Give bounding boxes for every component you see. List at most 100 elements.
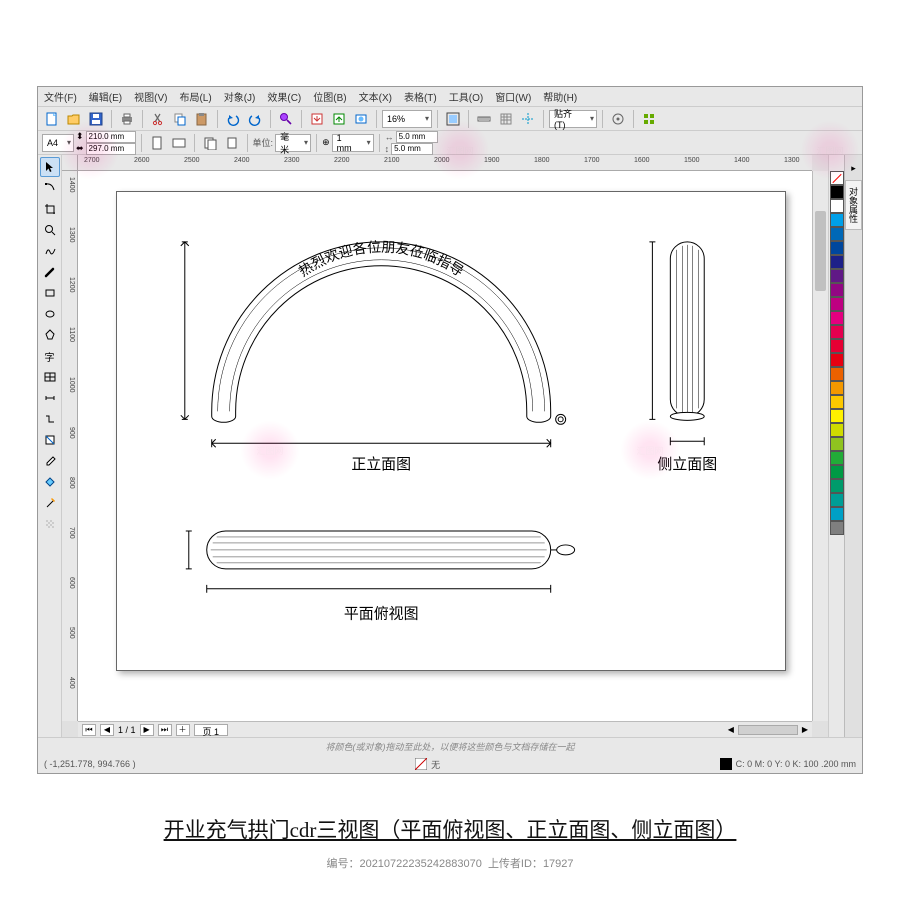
color-swatch[interactable] [830,213,844,227]
menu-help[interactable]: 帮助(H) [543,89,577,104]
export-icon[interactable] [329,109,349,129]
color-swatch[interactable] [830,241,844,255]
color-swatch[interactable] [830,199,844,213]
outline-tool[interactable] [40,493,60,513]
menu-table[interactable]: 表格(T) [404,89,437,104]
color-swatch[interactable] [830,409,844,423]
grid-icon[interactable] [496,109,516,129]
menu-tools[interactable]: 工具(O) [449,89,483,104]
color-swatch[interactable] [830,269,844,283]
fill-tool[interactable] [40,472,60,492]
add-page-button[interactable]: ＋ [176,724,190,736]
zoom-tool[interactable] [40,220,60,240]
snap-dropdown[interactable]: 贴齐(T) [549,110,597,128]
artistic-media-tool[interactable] [40,262,60,282]
table-tool[interactable] [40,367,60,387]
dimension-tool[interactable] [40,388,60,408]
options-icon[interactable] [608,109,628,129]
menu-file[interactable]: 文件(F) [44,89,77,104]
color-swatch[interactable] [830,521,844,535]
last-page-button[interactable]: ⏭ [158,724,172,736]
color-swatch[interactable] [830,339,844,353]
menu-view[interactable]: 视图(V) [134,89,167,104]
search-icon[interactable] [276,109,296,129]
scrollbar-thumb[interactable] [815,211,826,291]
color-swatch[interactable] [830,507,844,521]
horizontal-ruler[interactable]: 2700260025002400230022002100200019001800… [78,155,812,171]
first-page-button[interactable]: ⏮ [82,724,96,736]
color-swatch[interactable] [830,465,844,479]
portrait-icon[interactable] [147,133,167,153]
connector-tool[interactable] [40,409,60,429]
print-icon[interactable] [117,109,137,129]
new-icon[interactable] [42,109,62,129]
crop-tool[interactable] [40,199,60,219]
page-width-input[interactable] [86,131,136,143]
text-tool[interactable]: 字 [40,346,60,366]
guides-icon[interactable] [518,109,538,129]
menu-bitmap[interactable]: 位图(B) [313,89,346,104]
docker-tab-properties[interactable]: 对象属性 [845,180,862,230]
outline-swatch-icon[interactable] [720,758,732,770]
vertical-scrollbar[interactable] [812,171,828,721]
prev-page-button[interactable]: ◀ [100,724,114,736]
menu-window[interactable]: 窗口(W) [495,89,531,104]
ellipse-tool[interactable] [40,304,60,324]
color-swatch[interactable] [830,451,844,465]
menu-edit[interactable]: 编辑(E) [89,89,122,104]
color-swatch[interactable] [830,353,844,367]
publish-icon[interactable] [351,109,371,129]
color-swatch[interactable] [830,297,844,311]
dropper-tool[interactable] [40,451,60,471]
paste-icon[interactable] [192,109,212,129]
rectangle-tool[interactable] [40,283,60,303]
shape-tool[interactable] [40,178,60,198]
color-swatch[interactable] [830,283,844,297]
menu-text[interactable]: 文本(X) [359,89,392,104]
page-preset-dropdown[interactable]: A4 [42,134,74,152]
color-swatch[interactable] [830,423,844,437]
color-swatch[interactable] [830,185,844,199]
color-swatch[interactable] [830,479,844,493]
redo-icon[interactable] [245,109,265,129]
color-swatch[interactable] [830,255,844,269]
current-page-icon[interactable] [222,133,242,153]
color-swatch[interactable] [830,493,844,507]
nudge-input[interactable]: 1 mm [332,134,374,152]
all-pages-icon[interactable] [200,133,220,153]
color-swatch[interactable] [830,171,844,185]
next-page-button[interactable]: ▶ [140,724,154,736]
polygon-tool[interactable] [40,325,60,345]
interactive-tool[interactable] [40,430,60,450]
page-tab-1[interactable]: 页 1 [194,724,229,736]
menu-effects[interactable]: 效果(C) [267,89,301,104]
import-icon[interactable] [307,109,327,129]
color-swatch[interactable] [830,227,844,241]
page-height-input[interactable] [86,143,136,155]
duplicate-y-input[interactable] [391,143,433,155]
color-swatch[interactable] [830,311,844,325]
menu-layout[interactable]: 布局(L) [179,89,211,104]
units-dropdown[interactable]: 毫米 [275,134,311,152]
zoom-level-dropdown[interactable]: 16% [382,110,432,128]
menu-object[interactable]: 对象(J) [224,89,256,104]
copy-icon[interactable] [170,109,190,129]
undo-icon[interactable] [223,109,243,129]
drawing-canvas[interactable]: 热烈欢迎各位朋友莅临指导 正立面图 [78,171,812,721]
vertical-ruler[interactable]: 14001300120011001000900800700600500400 [62,171,78,721]
open-icon[interactable] [64,109,84,129]
pick-tool[interactable] [40,157,60,177]
cut-icon[interactable] [148,109,168,129]
freehand-tool[interactable] [40,241,60,261]
duplicate-x-input[interactable] [396,131,438,143]
rulers-icon[interactable] [474,109,494,129]
landscape-icon[interactable] [169,133,189,153]
color-swatch[interactable] [830,367,844,381]
fill-swatch-icon[interactable] [415,758,427,770]
fullscreen-icon[interactable] [443,109,463,129]
color-swatch[interactable] [830,437,844,451]
save-icon[interactable] [86,109,106,129]
launcher-icon[interactable] [639,109,659,129]
color-swatch[interactable] [830,381,844,395]
transparency-tool[interactable] [40,514,60,534]
